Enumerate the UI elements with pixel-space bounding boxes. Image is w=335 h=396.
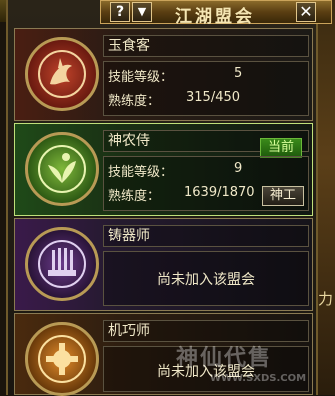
- guild-info: 尚未加入该盟会: [103, 251, 309, 306]
- scroll-up-button[interactable]: ▼: [132, 2, 152, 22]
- guild-card-yushike[interactable]: 玉食客 技能等级： 5 熟练度： 315/450: [14, 28, 313, 121]
- herb-leaf-icon: [25, 132, 99, 206]
- guild-name-text: 神农侍: [108, 133, 150, 149]
- window-title: 江湖盟会: [175, 7, 255, 27]
- proficiency-label: 熟练度：: [108, 189, 161, 204]
- proficiency-label: 熟练度：: [108, 94, 161, 109]
- mechanism-gear-icon-glyph: [38, 335, 86, 383]
- guild-name: 神农侍 当前: [103, 130, 309, 158]
- skill-level-label: 技能等级：: [108, 165, 174, 180]
- guild-info: 技能等级： 5 熟练度： 315/450: [103, 61, 309, 116]
- fire-dragon-icon-glyph: [38, 50, 86, 98]
- watermark-text: 神仙代售: [176, 346, 273, 371]
- proficiency-value: 1639/1870: [184, 185, 255, 200]
- skill-level-value: 9: [234, 161, 243, 176]
- weapon-rack-icon: [25, 227, 99, 301]
- mechanism-gear-icon: [25, 322, 99, 396]
- not-joined-status: 尚未加入该盟会: [157, 272, 255, 288]
- fire-dragon-icon: [25, 37, 99, 111]
- guild-name: 机巧师: [103, 320, 309, 342]
- side-text: 力: [318, 290, 334, 308]
- herb-leaf-icon-glyph: [38, 145, 86, 193]
- skill-level-value: 5: [234, 66, 243, 81]
- guild-name: 玉食客: [103, 35, 309, 57]
- help-button[interactable]: ?: [110, 2, 130, 22]
- guild-card-zhuqishi[interactable]: 铸器师 尚未加入该盟会: [14, 218, 313, 311]
- watermark-url: WWW.SXDS.COM: [210, 373, 307, 384]
- guild-info: 技能等级： 9 熟练度： 1639/1870 神工: [103, 156, 309, 211]
- guild-name: 铸器师: [103, 225, 309, 247]
- current-badge: 当前: [260, 138, 302, 158]
- proficiency-value: 315/450: [186, 90, 241, 105]
- close-button[interactable]: ✕: [296, 2, 316, 22]
- weapon-rack-icon-glyph: [38, 240, 86, 288]
- shengong-button[interactable]: 神工: [262, 186, 304, 206]
- guild-card-shennongshi[interactable]: 神农侍 当前 技能等级： 9 熟练度： 1639/1870 神工: [14, 123, 313, 216]
- skill-level-label: 技能等级：: [108, 70, 174, 85]
